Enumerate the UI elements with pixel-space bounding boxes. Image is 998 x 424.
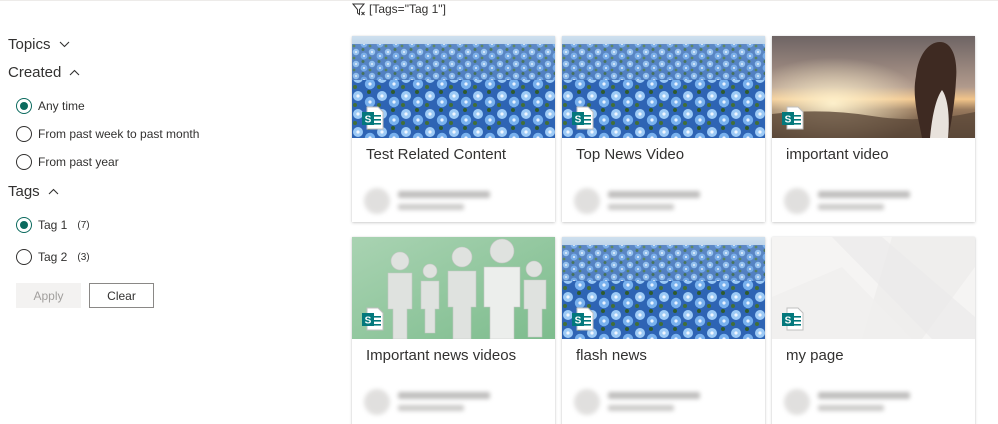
option-label: From past year (38, 155, 119, 169)
card-title[interactable]: Important news videos (366, 347, 516, 364)
result-card[interactable]: S Important news videos (352, 237, 555, 424)
card-title[interactable]: important video (786, 146, 889, 163)
created-option-past-week-to-month[interactable]: From past week to past month (16, 126, 199, 142)
option-count: (7) (77, 219, 90, 231)
active-filter[interactable]: [Tags="Tag 1"] (352, 1, 446, 17)
radio-button[interactable] (16, 154, 32, 170)
author-info-blurred (784, 186, 964, 216)
tag-option-tag-2[interactable]: Tag 2 (3) (16, 249, 90, 265)
svg-text:S: S (365, 316, 372, 327)
refiner-panel: Topics Created Any time From past week t… (0, 0, 330, 424)
card-title[interactable]: Test Related Content (366, 146, 506, 163)
radio-button[interactable] (16, 126, 32, 142)
apply-button[interactable]: Apply (16, 283, 81, 308)
result-card[interactable]: S important video (772, 36, 975, 222)
sharepoint-page-icon: S (782, 307, 804, 331)
svg-text:S: S (365, 115, 372, 126)
chevron-down-icon (59, 41, 69, 48)
sharepoint-page-icon: S (572, 106, 594, 130)
created-label: Created (8, 64, 62, 81)
card-title[interactable]: flash news (576, 347, 647, 364)
result-card[interactable]: S my page (772, 237, 975, 424)
option-label: Tag 1 (38, 218, 68, 232)
author-info-blurred (574, 387, 754, 417)
tags-section-header[interactable]: Tags (8, 183, 59, 200)
author-info-blurred (364, 387, 544, 417)
topics-label: Topics (8, 36, 51, 53)
chevron-up-icon (69, 69, 80, 76)
created-section-header[interactable]: Created (8, 64, 80, 81)
card-title[interactable]: my page (786, 347, 844, 364)
result-card[interactable]: S flash news (562, 237, 765, 424)
sharepoint-page-icon: S (572, 307, 594, 331)
filter-icon (352, 3, 366, 15)
option-label: Any time (38, 99, 85, 113)
svg-text:S: S (785, 115, 792, 126)
author-info-blurred (784, 387, 964, 417)
result-card[interactable]: S Top News Video (562, 36, 765, 222)
svg-text:S: S (785, 316, 792, 327)
clear-button[interactable]: Clear (89, 283, 154, 308)
created-option-any-time[interactable]: Any time (16, 98, 85, 114)
chevron-up-icon (48, 188, 59, 195)
tags-label: Tags (8, 183, 40, 200)
card-title[interactable]: Top News Video (576, 146, 684, 163)
topics-section-header[interactable]: Topics (8, 36, 70, 53)
sharepoint-page-icon: S (362, 106, 384, 130)
option-label: From past week to past month (38, 127, 200, 141)
author-info-blurred (574, 186, 754, 216)
author-info-blurred (364, 186, 544, 216)
option-label: Tag 2 (38, 250, 68, 264)
radio-button[interactable] (16, 249, 32, 265)
radio-button[interactable] (16, 217, 32, 233)
option-count: (3) (77, 251, 90, 263)
tag-option-tag-1[interactable]: Tag 1 (7) (16, 217, 90, 233)
radio-button[interactable] (16, 98, 32, 114)
sharepoint-page-icon: S (362, 307, 384, 331)
result-card[interactable]: S Test Related Content (352, 36, 555, 222)
svg-text:S: S (575, 115, 582, 126)
created-option-past-year[interactable]: From past year (16, 154, 119, 170)
svg-text:S: S (575, 316, 582, 327)
active-filter-label: [Tags="Tag 1"] (369, 2, 446, 16)
sharepoint-page-icon: S (782, 106, 804, 130)
